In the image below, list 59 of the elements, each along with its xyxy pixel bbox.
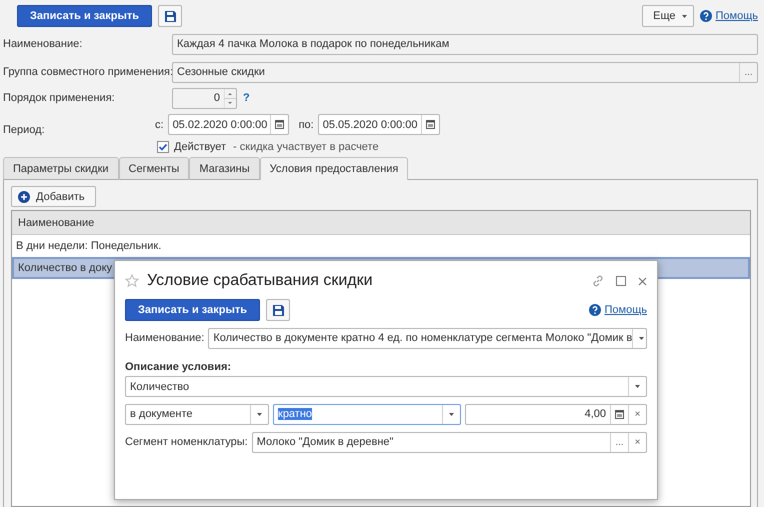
column-header[interactable]: Наименование [12, 211, 750, 235]
dialog-title: Условие срабатывания скидки [147, 272, 373, 290]
operator-select[interactable]: кратно [273, 404, 461, 424]
calendar-icon [274, 120, 284, 129]
help-icon [588, 304, 600, 316]
help-icon [700, 10, 712, 22]
end-date-field[interactable]: 05.05.2020 0:00:00 [318, 114, 440, 135]
tab[interactable]: Условия предоставления [260, 157, 408, 180]
caret-icon [257, 412, 262, 416]
caret-icon [449, 412, 454, 416]
close-icon[interactable] [638, 276, 647, 286]
save-button[interactable] [158, 5, 182, 27]
plus-icon [18, 190, 30, 202]
help-link[interactable]: Помощь [604, 304, 647, 316]
clear-button[interactable]: × [628, 404, 646, 424]
tab[interactable]: Сегменты [118, 157, 190, 180]
maximize-icon[interactable] [616, 276, 626, 286]
tab[interactable]: Параметры скидки [3, 157, 119, 180]
choose-button[interactable]: ... [610, 432, 628, 452]
link-icon[interactable] [592, 275, 604, 287]
group-field[interactable]: Сезонные скидки ... [172, 62, 758, 82]
field-label: Наименование: [3, 38, 84, 50]
save-button[interactable] [266, 299, 290, 321]
field-label: Группа совместного применения: [3, 66, 172, 78]
save-and-close-button[interactable]: Записать и закрыть [125, 299, 260, 321]
tab[interactable]: Магазины [189, 157, 260, 180]
field-label: Период: [3, 124, 46, 138]
checkbox[interactable] [157, 141, 169, 153]
help-link[interactable]: Помощь [716, 10, 758, 22]
spinner-icon [224, 88, 236, 108]
amount-field[interactable]: 4,00 × [465, 404, 647, 424]
section-heading: Описание условия: [125, 361, 232, 373]
order-spin-field[interactable]: 0 [172, 88, 237, 108]
star-icon[interactable] [125, 274, 139, 288]
scope-select[interactable]: в документе [125, 404, 269, 424]
hint-link[interactable]: ? [243, 92, 250, 104]
caret-icon [639, 336, 644, 340]
name-field[interactable]: Каждая 4 пачка Молока в подарок по понедельникам [172, 34, 758, 54]
add-button[interactable]: Добавить [11, 186, 96, 207]
more-menu-button[interactable]: Еще [642, 5, 694, 27]
field-label: Сегмент номенклатуры: [125, 436, 248, 448]
caret-icon [635, 385, 640, 388]
calendar-icon [426, 120, 435, 129]
caret-icon [682, 14, 686, 18]
start-date-field[interactable]: 05.02.2020 0:00:00 [168, 114, 289, 135]
field-label: Наименование: [125, 332, 204, 344]
segment-field[interactable]: Молоко "Домик в деревне" ... × [252, 432, 647, 452]
condition-select[interactable]: Количество [125, 376, 647, 397]
save-and-close-button[interactable]: Записать и закрыть [17, 5, 152, 27]
name-field[interactable]: Количество в документе кратно 4 ед. по номенклатуре сегмента Молоко "Домик в [208, 328, 647, 348]
clear-button[interactable]: × [628, 432, 646, 452]
note-text: - скидка участвует в расчете [233, 141, 379, 153]
field-label: Порядок применения: [3, 92, 116, 104]
to-label: по: [298, 118, 314, 130]
from-label: с: [155, 118, 164, 130]
choose-button[interactable]: ... [739, 62, 757, 82]
calendar-icon [615, 410, 624, 418]
checkbox-label: Действует [174, 141, 226, 153]
dropdown-button[interactable] [632, 328, 646, 348]
